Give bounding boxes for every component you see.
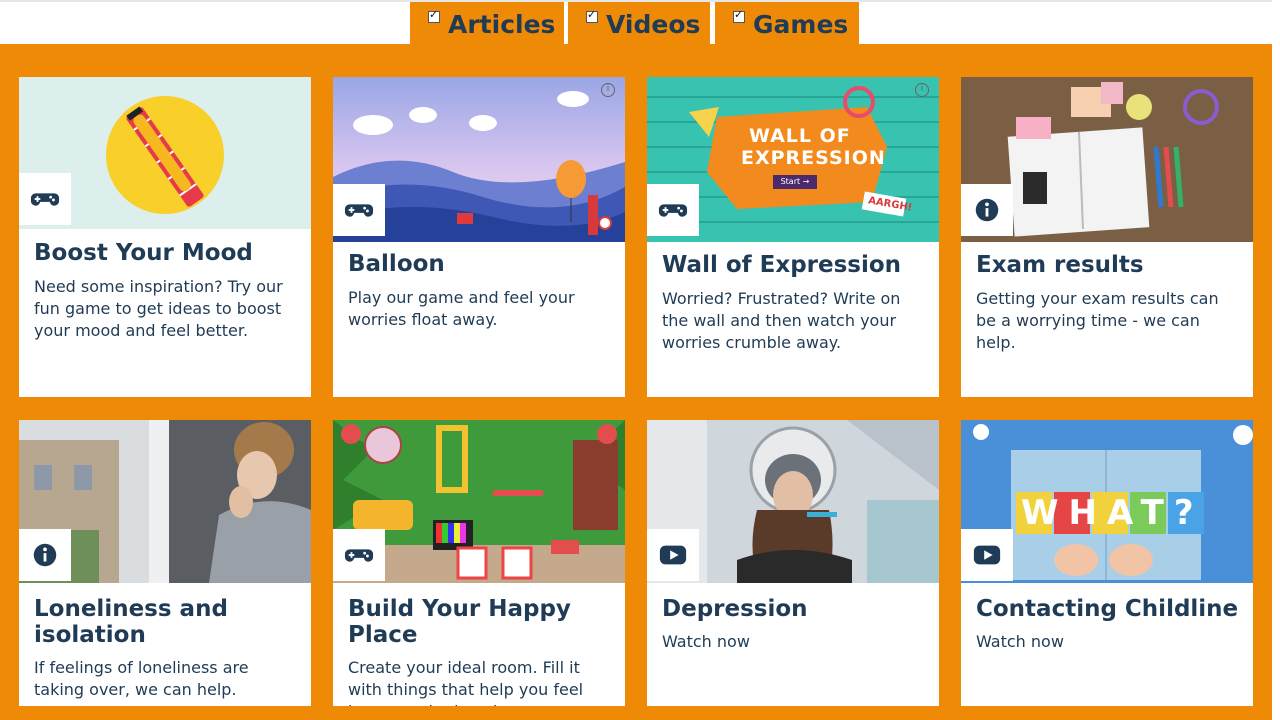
card-title: Build Your Happy Place [348, 596, 571, 648]
card-description: Watch now [976, 632, 1064, 651]
card-depression[interactable]: Depression Watch now [647, 420, 939, 706]
tab-videos[interactable]: Videos [568, 2, 710, 46]
card-title: Balloon [348, 251, 445, 277]
card-exam-results[interactable]: Exam results Getting your exam results c… [961, 77, 1253, 397]
card-description: Getting your exam results can be a worry… [976, 289, 1219, 352]
card-title: Boost Your Mood [34, 240, 253, 266]
wall-start-button[interactable]: Start → [773, 175, 817, 189]
wall-heading-line2: EXPRESSION [741, 147, 886, 169]
what-word: WHAT? [1021, 493, 1204, 533]
card-description: Create your ideal room. Fill it with thi… [348, 658, 584, 706]
card-wall-of-expression[interactable]: WALL OF EXPRESSION Start → AARGH! i Wall… [647, 77, 939, 397]
filter-bar: Articles Videos Games [0, 0, 1280, 46]
card-title: Depression [662, 596, 808, 622]
videos-checkbox[interactable] [586, 8, 598, 23]
gamepad-icon [647, 184, 699, 236]
right-edge [1272, 0, 1280, 720]
tab-articles[interactable]: Articles [410, 2, 564, 46]
gamepad-icon [19, 173, 71, 225]
page: Articles Videos Games [0, 0, 1280, 720]
tab-games-label: Games [753, 9, 849, 39]
card-title: Wall of Expression [662, 252, 902, 278]
tab-games[interactable]: Games [715, 2, 859, 46]
card-title: Loneliness and isolation [34, 596, 228, 648]
tab-videos-label: Videos [606, 9, 701, 39]
wall-heading-line1: WALL OF [749, 125, 851, 147]
info-icon [19, 529, 71, 581]
info-icon[interactable]: i [601, 83, 615, 97]
card-description: Play our game and feel your worries floa… [348, 288, 575, 329]
card-contacting-childline[interactable]: WHAT? Contacting Childline Watch now [961, 420, 1253, 706]
card-build-your-happy-place[interactable]: Build Your Happy Place Create your ideal… [333, 420, 625, 706]
gamepad-icon [333, 184, 385, 236]
info-icon[interactable]: i [915, 83, 929, 97]
card-description: Worried? Frustrated? Write on the wall a… [662, 289, 901, 352]
card-loneliness-and-isolation[interactable]: Loneliness and isolation If feelings of … [19, 420, 311, 706]
tab-articles-label: Articles [448, 9, 556, 39]
card-title: Exam results [976, 252, 1144, 278]
card-description: Watch now [662, 632, 750, 651]
games-checkbox[interactable] [733, 8, 745, 23]
card-boost-your-mood[interactable]: Boost Your Mood Need some inspiration? T… [19, 77, 311, 397]
video-play-icon [961, 529, 1013, 581]
info-icon [961, 184, 1013, 236]
card-description: Need some inspiration? Try our fun game … [34, 277, 283, 340]
card-description: If feelings of loneliness are taking ove… [34, 658, 249, 699]
video-play-icon [647, 529, 699, 581]
card-balloon[interactable]: i Balloon Play our game and feel your wo… [333, 77, 625, 397]
card-title: Contacting Childline [976, 596, 1239, 622]
gamepad-icon [333, 529, 385, 581]
articles-checkbox[interactable] [428, 8, 440, 23]
